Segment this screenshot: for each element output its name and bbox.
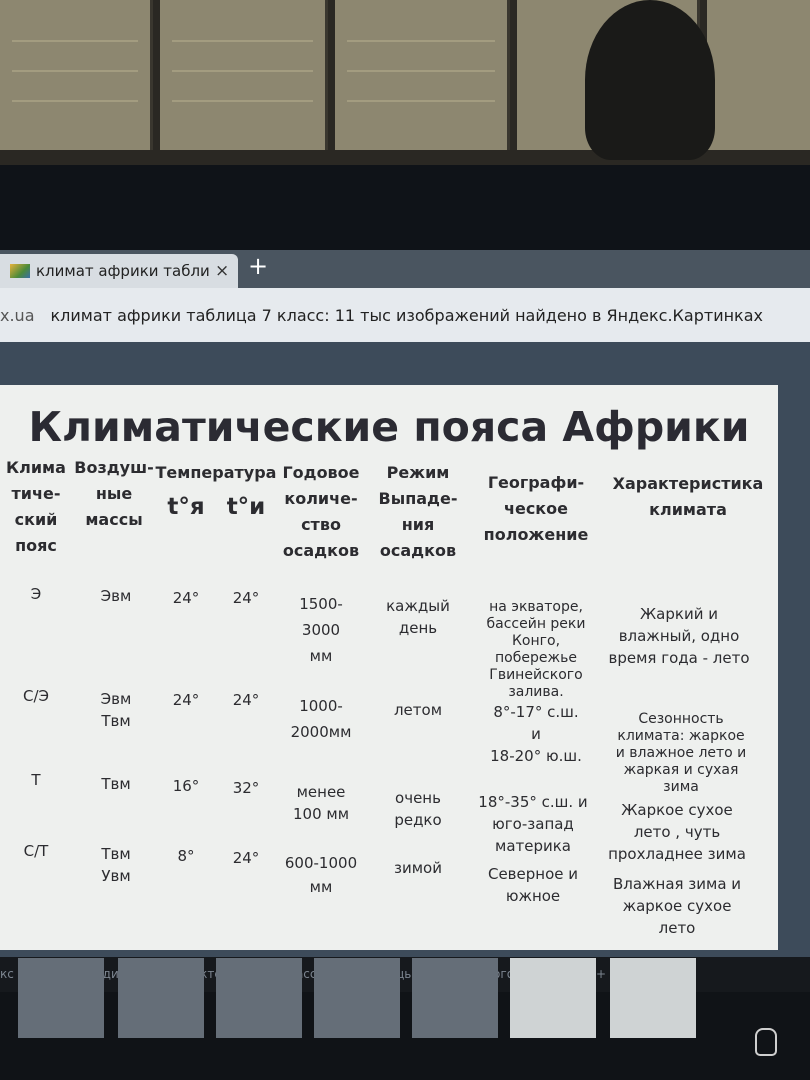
header-t-january: t°я — [167, 494, 205, 520]
row4-geography: Северное и южное — [487, 865, 579, 905]
thumbnail[interactable] — [118, 958, 204, 1038]
wall-paper-sheet — [335, 0, 510, 150]
browser-tab[interactable]: климат африки таблица × — [0, 254, 238, 288]
row1-belt: Э — [30, 585, 42, 603]
row3-t-july: 32° — [232, 779, 260, 797]
header-air-masses: Воздуш-ные массы — [74, 458, 154, 529]
row1-precipitation: 1500- 3000 мм — [299, 595, 343, 665]
row3-characteristics: Жаркое сухое лето , чуть прохладнее зима — [608, 801, 746, 863]
slide-title: Климатические пояса Африки — [28, 403, 750, 451]
wall-paper-sheet — [0, 0, 153, 150]
row2-precipitation: 1000- 2000мм — [290, 697, 352, 741]
row1-characteristics: Жаркий и влажный, одно время года - лето — [608, 605, 750, 667]
row4-air: Твм Увм — [101, 845, 131, 885]
thumbnail[interactable] — [216, 958, 302, 1038]
row4-t-january: 8° — [177, 847, 195, 865]
row2-belt: С/Э — [22, 687, 49, 705]
wall-paper-sheet — [160, 0, 328, 150]
row2-geography: 8°-17° с.ш. и 18-20° ю.ш. — [490, 703, 582, 765]
row1-t-january: 24° — [172, 589, 200, 607]
header-characteristics: Характеристика климата — [612, 474, 764, 519]
close-icon[interactable]: × — [215, 261, 229, 281]
row3-belt: Т — [31, 771, 41, 789]
row1-regime: каждый день — [386, 597, 450, 637]
new-tab-button[interactable]: + — [248, 252, 268, 280]
row3-regime: очень редко — [394, 789, 442, 829]
row4-t-july: 24° — [232, 849, 260, 867]
row3-precipitation: менее 100 мм — [292, 783, 350, 823]
header-precipitation: Годовое количе-ство осадков — [282, 463, 360, 560]
image-icon — [10, 264, 30, 278]
row1-air: Эвм — [100, 587, 132, 605]
tab-title: климат африки таблица — [36, 262, 211, 280]
row4-regime: зимой — [394, 859, 442, 877]
thumbnail[interactable] — [18, 958, 104, 1038]
header-belt: Клима тиче-ский пояс — [6, 458, 66, 555]
monitor-bezel — [0, 165, 810, 250]
header-geography: Географи-ческое положение — [483, 473, 589, 544]
thumbnail[interactable] — [412, 958, 498, 1038]
address-page-title: климат африки таблица 7 класс: 11 тыс из… — [50, 305, 763, 325]
row3-t-january: 16° — [172, 777, 200, 795]
row4-characteristics: Влажная зима и жаркое сухое лето — [612, 875, 742, 937]
row1-t-july: 24° — [232, 589, 260, 607]
wall-paper-sheet — [707, 0, 810, 150]
header-temperature: Температура — [155, 463, 277, 482]
row4-belt: С/Т — [23, 842, 49, 860]
thumbnail[interactable] — [610, 958, 696, 1038]
tab-bar: климат африки таблица × — [0, 250, 810, 288]
row2-regime: летом — [393, 701, 443, 719]
address-bar[interactable]: x.ua климат африки таблица 7 класс: 11 т… — [0, 288, 810, 344]
webcam — [585, 0, 715, 160]
climate-table-image[interactable]: Климатические пояса Африки Клима тиче-ски… — [0, 385, 778, 950]
row2-air: Эвм Твм — [100, 690, 132, 730]
hand-cursor-icon — [755, 1028, 777, 1056]
row2-t-july: 24° — [232, 691, 260, 709]
row3-geography: 18°-35° с.ш. и юго-запад материка — [478, 793, 588, 855]
address-domain: x.ua — [0, 305, 35, 325]
header-t-july: t°и — [226, 494, 266, 520]
thumbnail[interactable] — [314, 958, 400, 1038]
background-wall — [0, 0, 810, 165]
row1-geography: на экваторе, бассейн реки Конго, побережье Г… — [486, 599, 586, 700]
row2-t-january: 24° — [172, 691, 200, 709]
row3-air: Твм — [101, 775, 131, 793]
row4-precipitation: 600-1000 мм — [284, 854, 358, 896]
thumbnail[interactable] — [510, 958, 596, 1038]
header-regime: Режим Выпаде-ния осадков — [378, 463, 458, 560]
row2-characteristics: Сезонность климата: жаркое и влажное лето … — [615, 711, 747, 795]
